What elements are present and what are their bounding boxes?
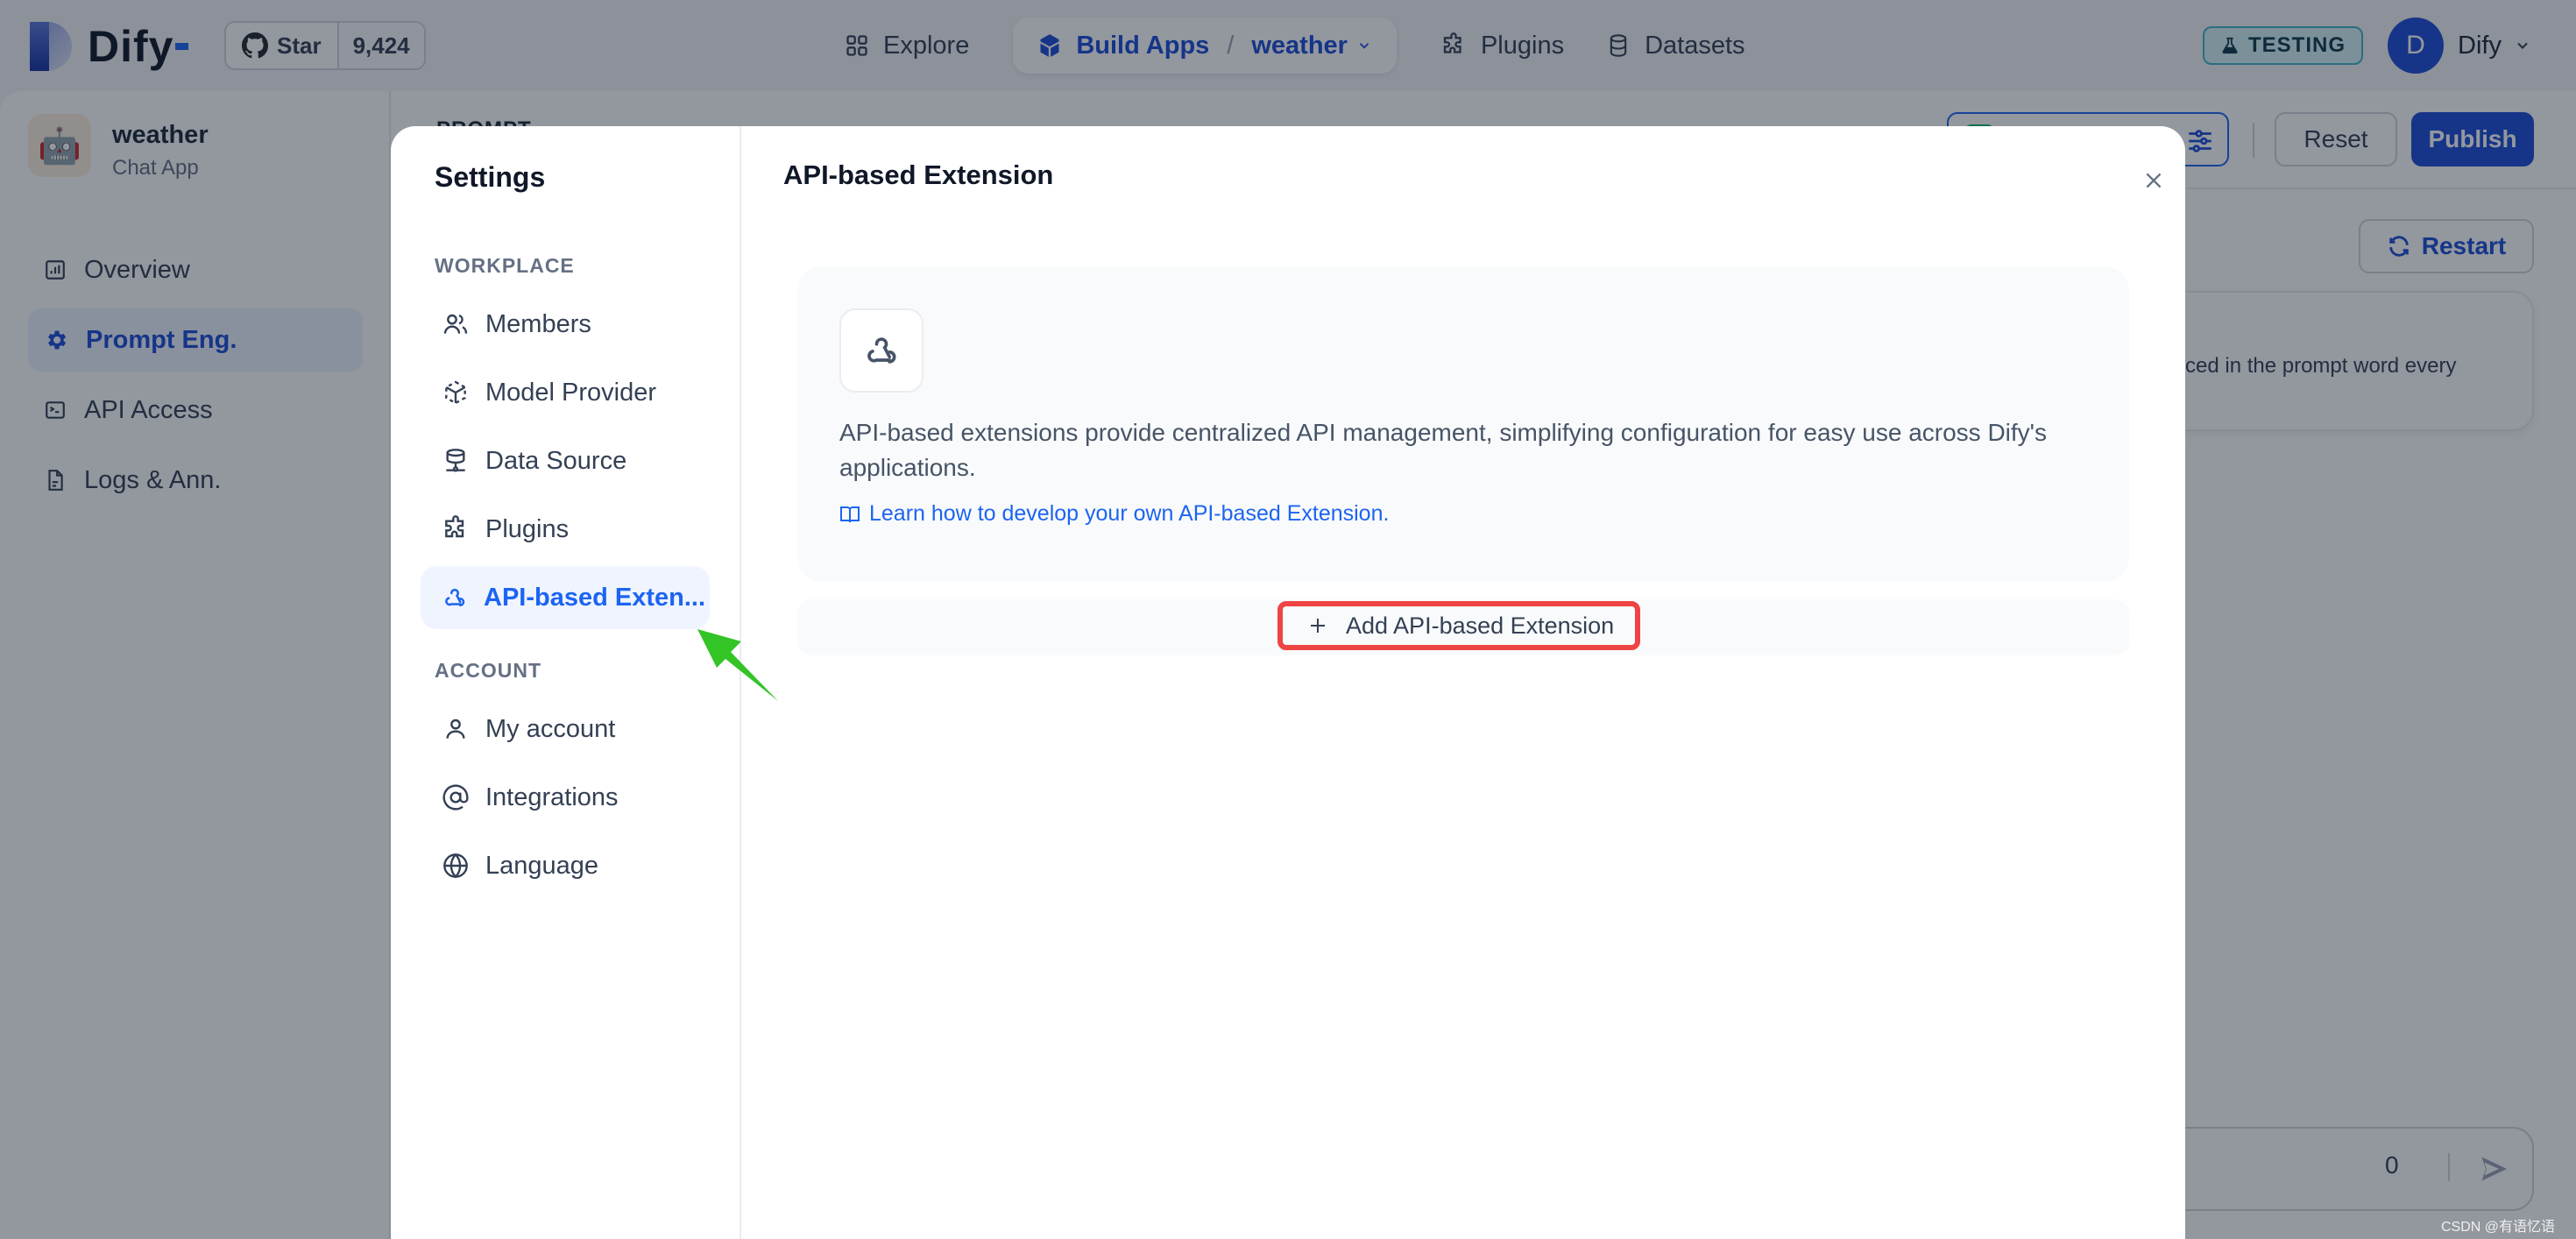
database-icon: [446, 449, 465, 472]
globe-icon: [443, 853, 468, 879]
users-icon: [443, 314, 468, 334]
puzzle-icon: [445, 515, 464, 538]
close-button[interactable]: [2134, 161, 2173, 200]
settings-item-label: Members: [485, 309, 591, 338]
settings-item-language[interactable]: Language: [421, 834, 710, 897]
settings-item-integrations[interactable]: Integrations: [421, 766, 710, 829]
settings-item-plugins[interactable]: Plugins: [421, 498, 710, 561]
watermark: CSDN @有语忆语: [2441, 1220, 2556, 1235]
webhook-icon-box: [839, 308, 924, 393]
settings-item-label: Data Source: [485, 446, 627, 475]
panel-title: API-based Extension: [783, 159, 1054, 190]
user-icon: [446, 719, 465, 739]
settings-modal: Settings WORKPLACE Members Model Provide…: [391, 126, 2185, 1239]
empty-state-description: API-based extensions provide centralized…: [839, 419, 2048, 481]
learn-more-link[interactable]: Learn how to develop your own API-based …: [839, 501, 1389, 527]
annotation-arrow-icon: [697, 629, 778, 701]
settings-item-label: My account: [485, 714, 616, 743]
settings-item-api-extension[interactable]: API-based Exten...: [421, 566, 710, 629]
settings-item-label: API-based Exten...: [484, 583, 706, 612]
webhook-icon: [867, 337, 896, 364]
settings-item-label: Integrations: [485, 782, 619, 811]
learn-more-label: Learn how to develop your own API-based …: [869, 501, 1390, 526]
book-open-icon: [840, 506, 860, 522]
at-sign-icon: [442, 784, 469, 811]
webhook-icon: [445, 588, 465, 606]
plus-icon: [1311, 619, 1325, 633]
settings-item-data-source[interactable]: Data Source: [421, 429, 710, 492]
group-label-account: ACCOUNT: [435, 659, 541, 682]
empty-state-card: API-based extensions provide centralized…: [797, 266, 2129, 582]
add-api-extension-button[interactable]: Add API-based Extension: [1277, 601, 1641, 650]
settings-title: Settings: [435, 161, 546, 193]
cube-outline-icon: [445, 380, 466, 405]
settings-item-my-account[interactable]: My account: [421, 697, 710, 761]
settings-item-label: Plugins: [485, 514, 570, 543]
add-api-extension-label: Add API-based Extension: [1346, 612, 1615, 639]
settings-sidebar: Settings WORKPLACE Members Model Provide…: [391, 126, 741, 1239]
group-label-workplace: WORKPLACE: [435, 254, 575, 277]
settings-item-label: Language: [485, 851, 599, 880]
close-icon: [2146, 173, 2162, 188]
settings-item-label: Model Provider: [485, 378, 657, 407]
settings-item-model-provider[interactable]: Model Provider: [421, 361, 710, 424]
settings-item-members[interactable]: Members: [421, 293, 710, 356]
